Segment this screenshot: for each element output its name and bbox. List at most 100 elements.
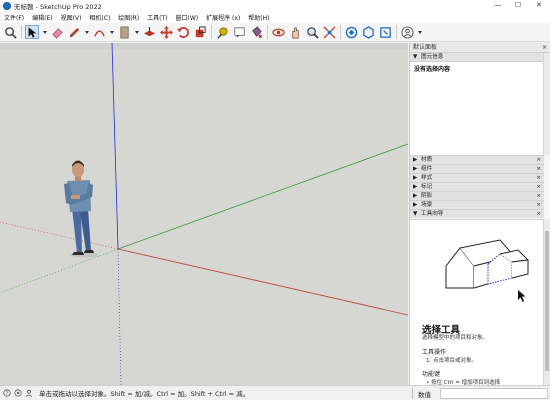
- instructor-scrollbar[interactable]: [543, 219, 550, 385]
- push-pull-icon[interactable]: [142, 25, 156, 39]
- panel-scenes[interactable]: ▶ 场景 ×: [410, 200, 544, 209]
- zoom-extents-icon[interactable]: [322, 25, 336, 39]
- tray-close-icon[interactable]: ×: [542, 43, 547, 52]
- scale-figure-person[interactable]: [64, 160, 98, 258]
- toolbar-separator: [211, 25, 212, 39]
- search-icon[interactable]: [3, 25, 17, 39]
- minimize-button[interactable]: —: [488, 0, 508, 11]
- panel-materials-label: 材质: [421, 157, 433, 163]
- entity-info-scrollbar[interactable]: [543, 53, 550, 155]
- panel-instructor[interactable]: ▼ 工具向导 ×: [410, 209, 544, 218]
- toolbar-separator: [21, 25, 22, 39]
- green-axis: [117, 143, 408, 250]
- panel-styles-label: 样式: [421, 175, 433, 181]
- user-status-icon[interactable]: [25, 389, 33, 397]
- modeling-viewport[interactable]: [0, 43, 408, 385]
- account-icon[interactable]: [400, 25, 414, 39]
- instructor-scrollbar-thumb[interactable]: [545, 231, 549, 371]
- maximize-button[interactable]: ☐: [508, 0, 528, 11]
- toolbar-separator: [396, 25, 397, 39]
- account-dropdown-chevron-icon[interactable]: [417, 25, 422, 39]
- panel-entity-info[interactable]: ▼图元信息 ×: [410, 52, 550, 61]
- tray-title: 默认面板 ×: [410, 43, 550, 52]
- move-icon[interactable]: [159, 25, 173, 39]
- menu-help[interactable]: 帮助(H): [244, 13, 273, 22]
- panel-shadows-label: 阴影: [421, 193, 433, 199]
- arc-icon[interactable]: [92, 25, 106, 39]
- toolbar-separator: [340, 25, 341, 39]
- status-separator: [412, 388, 413, 399]
- select-tool-illustration: [445, 239, 530, 302]
- red-axis-negative: [0, 221, 119, 250]
- title-bar: 无标题 - SketchUp Pro 2022 — ☐ ✕: [0, 0, 550, 11]
- pencil-icon[interactable]: [67, 25, 81, 39]
- collapsed-panels: ▶ 材质 × ▶ 组件 × ▶ 样式 × ▶ 标记 × ▶ 阴影 × ▶ 场景 × ▼ 工具向导 ×: [410, 155, 544, 218]
- expanded-triangle-icon: ▼: [413, 211, 418, 217]
- pencil-dropdown-chevron-icon[interactable]: [84, 25, 89, 39]
- panel-tags-label: 标记: [421, 184, 433, 190]
- axes-canvas: [0, 43, 408, 385]
- panel-instructor-label: 工具向导: [421, 211, 444, 217]
- tape-measure-icon[interactable]: [215, 25, 229, 39]
- select-arrow-icon[interactable]: [25, 25, 39, 39]
- blue-axis-negative: [117, 248, 122, 385]
- rectangle-dropdown-chevron-icon[interactable]: [134, 25, 139, 39]
- panel-scenes-label: 场景: [421, 202, 433, 208]
- green-axis-negative: [0, 248, 119, 294]
- red-axis: [117, 248, 408, 316]
- menu-bar: 文件(F) 编辑(E) 视图(V) 相机(C) 绘图(R) 工具(T) 窗口(W…: [0, 11, 550, 23]
- menu-tools[interactable]: 工具(T): [143, 13, 171, 22]
- panel-entity-info-label: 图元信息: [421, 54, 444, 60]
- panel-tags[interactable]: ▶ 标记 ×: [410, 182, 544, 191]
- menu-window[interactable]: 窗口(W): [172, 13, 203, 22]
- menu-view[interactable]: 视图(V): [57, 13, 86, 22]
- window-title: 无标题 - SketchUp Pro 2022: [14, 2, 102, 11]
- measurements-input[interactable]: [440, 388, 548, 399]
- no-selection-text: 没有选择内容: [414, 66, 451, 73]
- zoom-icon[interactable]: [305, 25, 319, 39]
- panel-styles[interactable]: ▶ 样式 ×: [410, 173, 544, 182]
- extension-warehouse-icon[interactable]: [361, 25, 375, 39]
- instructor-operation-step: 1. 点击项目或对象。: [426, 358, 477, 364]
- select-dropdown-chevron-icon[interactable]: [42, 25, 47, 39]
- default-tray: 默认面板 × ▼图元信息 × 没有选择内容 ▶材质× ▶组件× ▶样式× ▶标记…: [409, 43, 550, 386]
- orbit-icon[interactable]: [271, 25, 285, 39]
- menu-file[interactable]: 文件(F): [0, 13, 28, 22]
- geo-location-icon[interactable]: ?: [3, 389, 11, 397]
- paint-bucket-icon[interactable]: [249, 25, 263, 39]
- toolbar-separator: [267, 25, 268, 39]
- menu-extensions[interactable]: 扩展程序 (x): [202, 13, 244, 22]
- panel-close-icon[interactable]: ×: [536, 210, 541, 219]
- instructor-subtitle: 选择模型中的项目和对象。: [422, 335, 489, 341]
- expanded-triangle-icon: ▼: [413, 54, 418, 60]
- status-bar: ? 单击或拖动以选择对象。Shift = 加/减。Ctrl = 加。Shift …: [0, 385, 550, 400]
- panel-components[interactable]: ▶ 组件 ×: [410, 164, 544, 173]
- menu-draw[interactable]: 绘图(R): [114, 13, 143, 22]
- close-button[interactable]: ✕: [529, 0, 549, 11]
- instructor-operation-heading: 工具操作: [422, 349, 447, 356]
- measurements-label: 数值: [418, 391, 431, 399]
- main-toolbar: [0, 23, 550, 42]
- instructor-keys-heading: 功能键: [422, 371, 441, 378]
- scale-icon[interactable]: [193, 25, 207, 39]
- rectangle-icon[interactable]: [117, 25, 131, 39]
- svg-text:?: ?: [6, 391, 9, 397]
- entity-info-body: 没有选择内容: [410, 61, 550, 155]
- panel-materials[interactable]: ▶ 材质 ×: [410, 155, 544, 164]
- credits-icon[interactable]: [14, 389, 22, 397]
- status-hint: 单击或拖动以选择对象。Shift = 加/减。Ctrl = 加。Shift + …: [39, 390, 250, 398]
- menu-camera[interactable]: 相机(C): [85, 13, 114, 22]
- panel-shadows[interactable]: ▶ 阴影 ×: [410, 191, 544, 200]
- pan-icon[interactable]: [288, 25, 302, 39]
- eraser-icon[interactable]: [50, 25, 64, 39]
- menu-edit[interactable]: 编辑(E): [28, 13, 56, 22]
- layout-icon[interactable]: [378, 25, 392, 39]
- instructor-body: 选择工具 选择模型中的项目和对象。 工具操作 1. 点击项目或对象。 功能键 •…: [410, 219, 544, 386]
- warehouse-icon[interactable]: [344, 25, 358, 39]
- text-icon[interactable]: [232, 25, 246, 39]
- rotate-icon[interactable]: [176, 25, 190, 39]
- arc-dropdown-chevron-icon[interactable]: [109, 25, 114, 39]
- blue-axis: [111, 43, 119, 250]
- tray-title-label: 默认面板: [413, 44, 438, 51]
- panel-components-label: 组件: [421, 166, 433, 172]
